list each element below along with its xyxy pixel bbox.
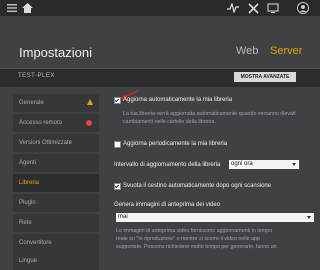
- avatar[interactable]: [296, 1, 310, 15]
- page-title: Impostazioni: [19, 45, 92, 60]
- settings-sidebar: Generale Accesso remoto Versioni Ottimiz…: [13, 94, 99, 270]
- tab-server[interactable]: Server: [270, 45, 302, 57]
- sidebar-item-label: Accesso remoto: [19, 120, 63, 126]
- thumbnails-help-line-2: reale su "In riproduzione" e mentre si s…: [116, 236, 260, 242]
- cast-icon[interactable]: [266, 1, 280, 15]
- auto-update-checkbox[interactable]: [114, 97, 121, 104]
- sidebar-item-label: Lingue: [19, 258, 38, 264]
- library-settings: Aggiorna automaticamente la mia libreria…: [108, 86, 320, 260]
- sidebar-item-label: Generale: [19, 100, 44, 106]
- sidebar-item-agenti[interactable]: Agenti: [13, 154, 99, 172]
- periodic-update-label: Aggiorna periodicamente la mia libreria: [123, 141, 228, 147]
- sidebar-item-label: Libreria: [19, 180, 40, 186]
- sidebar-item-label: Convertitore: [19, 240, 52, 246]
- interval-label: Intervallo di aggiornamento della librer…: [114, 162, 221, 168]
- server-bar: TEST-PLEX MOSTRA AVANZATE: [0, 68, 320, 87]
- thumbnails-help-line-1: Le immagini di anteprima video forniscon…: [116, 228, 273, 234]
- sidebar-item-accesso-remoto[interactable]: Accesso remoto: [13, 114, 99, 132]
- chevron-down-icon: [307, 216, 311, 219]
- empty-trash-label: Svuota il cestino automaticamente dopo o…: [123, 183, 272, 189]
- server-name: TEST-PLEX: [18, 73, 55, 79]
- home-icon[interactable]: [20, 1, 34, 15]
- error-icon: [86, 120, 92, 126]
- tab-web[interactable]: Web: [236, 45, 258, 57]
- top-bar: [0, 0, 320, 16]
- show-advanced-button[interactable]: MOSTRA AVANZATE: [234, 72, 296, 82]
- sidebar-item-generale[interactable]: Generale: [13, 94, 99, 112]
- sidebar-item-plugin[interactable]: Plugin: [13, 194, 99, 212]
- sidebar-item-libreria[interactable]: Libreria: [13, 174, 99, 192]
- auto-update-help: La tua libreria verrà aggiornata automat…: [123, 111, 296, 125]
- interval-value: ogni ora: [231, 161, 253, 167]
- sidebar-item-rete[interactable]: Rete: [13, 214, 99, 232]
- thumbnails-select[interactable]: mai: [116, 213, 314, 222]
- chevron-down-icon: [292, 163, 296, 166]
- empty-trash-checkbox[interactable]: [114, 183, 121, 190]
- sidebar-item-label: Agenti: [19, 160, 37, 166]
- activity-icon[interactable]: [226, 1, 240, 15]
- tools-icon[interactable]: [246, 1, 260, 15]
- thumbnails-help-line-3: supportate. Possono richiedere molto tem…: [116, 244, 277, 250]
- interval-select[interactable]: ogni ora: [229, 160, 299, 169]
- sidebar-item-lingue[interactable]: Lingue: [13, 252, 99, 270]
- periodic-update-checkbox[interactable]: [114, 141, 121, 148]
- sidebar-item-convertitore[interactable]: Convertitore: [13, 234, 99, 252]
- menu-icon[interactable]: [6, 1, 18, 15]
- sidebar-item-label: Versioni Ottimizzate: [19, 140, 73, 146]
- sidebar-item-label: Plugin: [19, 200, 36, 206]
- thumbnails-label: Genera immagini di anteprima dei video: [114, 202, 221, 208]
- warning-icon: [87, 99, 93, 105]
- thumbnails-value: mai: [118, 214, 128, 220]
- auto-update-label: Aggiorna automaticamente la mia libreria: [123, 97, 233, 103]
- sidebar-item-versioni-ottimizzate[interactable]: Versioni Ottimizzate: [13, 134, 99, 152]
- sidebar-item-label: Rete: [19, 220, 32, 226]
